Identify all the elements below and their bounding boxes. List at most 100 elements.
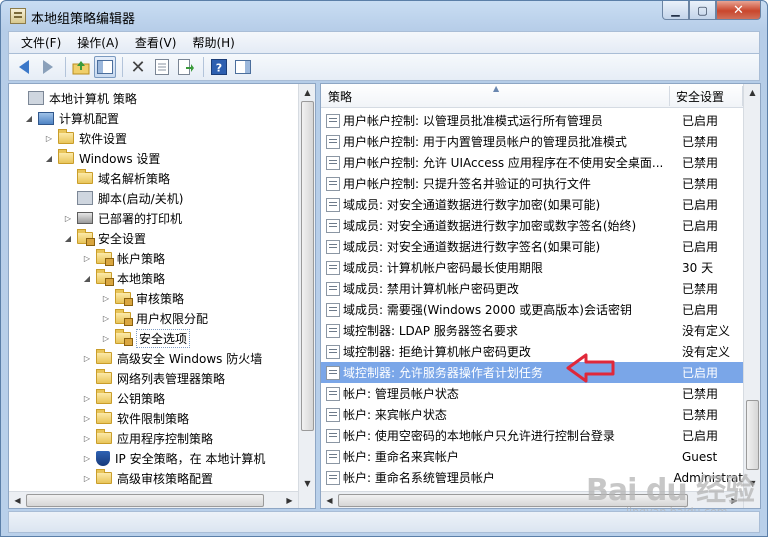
minimize-button[interactable]: ▁	[662, 1, 689, 20]
properties-button[interactable]	[151, 56, 173, 78]
expand-triangle-icon[interactable]: ▷	[81, 254, 93, 263]
tree-node[interactable]: ▷ 用户权限分配	[100, 308, 208, 328]
tree-node[interactable]: ◢ 计算机配置	[23, 108, 119, 128]
policy-row[interactable]: 域成员: 禁用计算机帐户密码更改 已禁用	[321, 278, 743, 299]
scroll-down-icon[interactable]: ▼	[300, 476, 315, 491]
tree-node[interactable]: ▷ 审核策略	[100, 288, 184, 308]
policy-name: 域成员: 对安全通道数据进行数字加密或数字签名(始终)	[343, 219, 637, 233]
policy-row[interactable]: 域控制器: LDAP 服务器签名要求 没有定义	[321, 320, 743, 341]
scroll-up-icon[interactable]: ▲	[745, 85, 760, 100]
close-button[interactable]: ✕	[716, 1, 761, 20]
scroll-left-icon[interactable]: ◀	[10, 493, 25, 508]
policy-setting-icon	[326, 365, 340, 380]
expand-triangle-icon[interactable]: ▷	[81, 454, 93, 463]
collapse-triangle-icon[interactable]: ◢	[43, 154, 55, 163]
folder-icon	[58, 149, 74, 164]
policy-row[interactable]: 用户帐户控制: 以管理员批准模式运行所有管理员 已启用	[321, 110, 743, 131]
expand-triangle-icon[interactable]: ▷	[43, 134, 55, 143]
expand-triangle-icon[interactable]: ▷	[100, 294, 112, 303]
expand-triangle-icon[interactable]: ▷	[100, 314, 112, 323]
policy-row[interactable]: 域控制器: 允许服务器操作者计划任务 已启用	[321, 362, 743, 383]
title-bar[interactable]: 本地组策略编辑器 ▁ ▢ ✕	[1, 1, 767, 31]
up-one-level-button[interactable]	[70, 56, 92, 78]
scroll-thumb[interactable]	[26, 494, 264, 507]
tree-node-label: 计算机配置	[59, 111, 120, 126]
policy-row[interactable]: 帐户: 来宾帐户状态 已禁用	[321, 404, 743, 425]
policy-row[interactable]: 用户帐户控制: 用于内置管理员帐户的管理员批准模式 已禁用	[321, 131, 743, 152]
security-folder-icon	[115, 309, 133, 326]
tree-node[interactable]: ▷ 软件限制策略	[81, 408, 189, 428]
policy-row[interactable]: 域成员: 计算机帐户密码最长使用期限 30 天	[321, 257, 743, 278]
export-list-button[interactable]	[175, 56, 197, 78]
policy-security-setting: 已启用	[682, 429, 719, 443]
list-vertical-scrollbar[interactable]: ▲ ▼	[743, 84, 760, 508]
collapse-triangle-icon[interactable]: ◢	[81, 274, 93, 283]
tree-node[interactable]: ▷ 高级审核策略配置	[81, 468, 213, 488]
menu-file[interactable]: 文件(F)	[15, 34, 67, 51]
policy-row[interactable]: 帐户: 重命名来宾帐户 Guest	[321, 446, 743, 467]
tree-node[interactable]: 域名解析策略	[62, 168, 170, 188]
tree-horizontal-scrollbar[interactable]: ◀ ▶	[9, 491, 298, 508]
policy-row[interactable]: 域成员: 对安全通道数据进行数字签名(如果可能) 已启用	[321, 236, 743, 257]
tree-node[interactable]: ▷ 高级安全 Windows 防火墙	[81, 348, 262, 368]
expand-triangle-icon[interactable]: ▷	[81, 414, 93, 423]
tree-node[interactable]: ◢ 本地策略	[81, 268, 165, 288]
scroll-up-icon[interactable]: ▲	[300, 85, 315, 100]
expand-triangle-icon[interactable]: ▷	[81, 394, 93, 403]
tree-node[interactable]: ▷ 已部署的打印机	[62, 208, 182, 228]
show-hide-tree-button[interactable]	[94, 56, 116, 78]
column-header-security-setting[interactable]: 安全设置	[669, 84, 749, 108]
delete-button[interactable]: ✕	[127, 56, 149, 78]
collapse-triangle-icon[interactable]: ◢	[62, 234, 74, 243]
tree-node[interactable]: ◢ 安全设置	[62, 228, 146, 248]
tree-node[interactable]: ◢ Windows 设置	[43, 148, 160, 168]
menu-action[interactable]: 操作(A)	[71, 34, 125, 51]
policy-row[interactable]: 用户帐户控制: 允许 UIAccess 应用程序在不使用安全桌面... 已禁用	[321, 152, 743, 173]
tree-node[interactable]: ▷ IP 安全策略，在 本地计算机	[81, 448, 265, 468]
maximize-button[interactable]: ▢	[689, 1, 716, 20]
policy-security-setting: 已启用	[682, 219, 719, 233]
expand-triangle-icon[interactable]: ▷	[81, 434, 93, 443]
tree-node[interactable]: 脚本(启动/关机)	[62, 188, 183, 208]
policy-row[interactable]: 域成员: 需要强(Windows 2000 或更高版本)会话密钥 已启用	[321, 299, 743, 320]
policy-row[interactable]: 域控制器: 拒绝计算机帐户密码更改 没有定义	[321, 341, 743, 362]
tree-node[interactable]: ▷ 软件设置	[43, 128, 127, 148]
scroll-right-icon[interactable]: ▶	[282, 493, 297, 508]
show-hide-tree-icon	[97, 60, 113, 74]
script-icon	[77, 191, 93, 205]
column-header-policy[interactable]: 策略	[321, 84, 669, 108]
tree-node[interactable]: ▷ 帐户策略	[81, 248, 165, 268]
policy-name: 域控制器: LDAP 服务器签名要求	[343, 324, 518, 338]
forward-button[interactable]	[37, 56, 59, 78]
policy-row[interactable]: 帐户: 管理员帐户状态 已禁用	[321, 383, 743, 404]
back-button[interactable]	[13, 56, 35, 78]
menu-view[interactable]: 查看(V)	[129, 34, 183, 51]
policy-name: 域成员: 对安全通道数据进行数字加密(如果可能)	[343, 198, 601, 212]
expand-triangle-icon[interactable]: ▷	[81, 354, 93, 363]
group-policy-editor-window: 本地组策略编辑器 ▁ ▢ ✕ 文件(F) 操作(A) 查看(V) 帮助(H) ✕	[0, 0, 768, 537]
tree-node[interactable]: 网络列表管理器策略	[81, 368, 225, 388]
expand-triangle-icon[interactable]: ▷	[100, 334, 112, 343]
tree-node[interactable]: ▷ 应用程序控制策略	[81, 428, 213, 448]
svg-text:?: ?	[216, 62, 222, 75]
policy-setting-icon	[326, 302, 340, 317]
policy-row[interactable]: 域成员: 对安全通道数据进行数字加密(如果可能) 已启用	[321, 194, 743, 215]
expand-triangle-icon[interactable]: ▷	[62, 214, 74, 223]
folder-icon	[96, 469, 112, 484]
help-button[interactable]: ?	[208, 56, 230, 78]
show-action-pane-button[interactable]	[232, 56, 254, 78]
tree-node[interactable]: ▷ 公钥策略	[81, 388, 165, 408]
tree-node-label: 高级安全 Windows 防火墙	[117, 351, 263, 366]
tree-node[interactable]: 本地计算机 策略	[13, 88, 137, 108]
collapse-triangle-icon[interactable]: ◢	[23, 114, 35, 123]
policy-row[interactable]: 域成员: 对安全通道数据进行数字加密或数字签名(始终) 已启用	[321, 215, 743, 236]
tree-vertical-scrollbar[interactable]: ▲ ▼	[298, 84, 315, 508]
scroll-thumb[interactable]	[746, 400, 759, 470]
menu-help[interactable]: 帮助(H)	[186, 34, 240, 51]
policy-row[interactable]: 用户帐户控制: 只提升签名并验证的可执行文件 已禁用	[321, 173, 743, 194]
scroll-thumb[interactable]	[301, 101, 314, 431]
scroll-left-icon[interactable]: ◀	[322, 493, 337, 508]
tree-node[interactable]: ▷ 安全选项	[100, 328, 191, 348]
expand-triangle-icon[interactable]: ▷	[81, 474, 93, 483]
policy-row[interactable]: 帐户: 使用空密码的本地帐户只允许进行控制台登录 已启用	[321, 425, 743, 446]
